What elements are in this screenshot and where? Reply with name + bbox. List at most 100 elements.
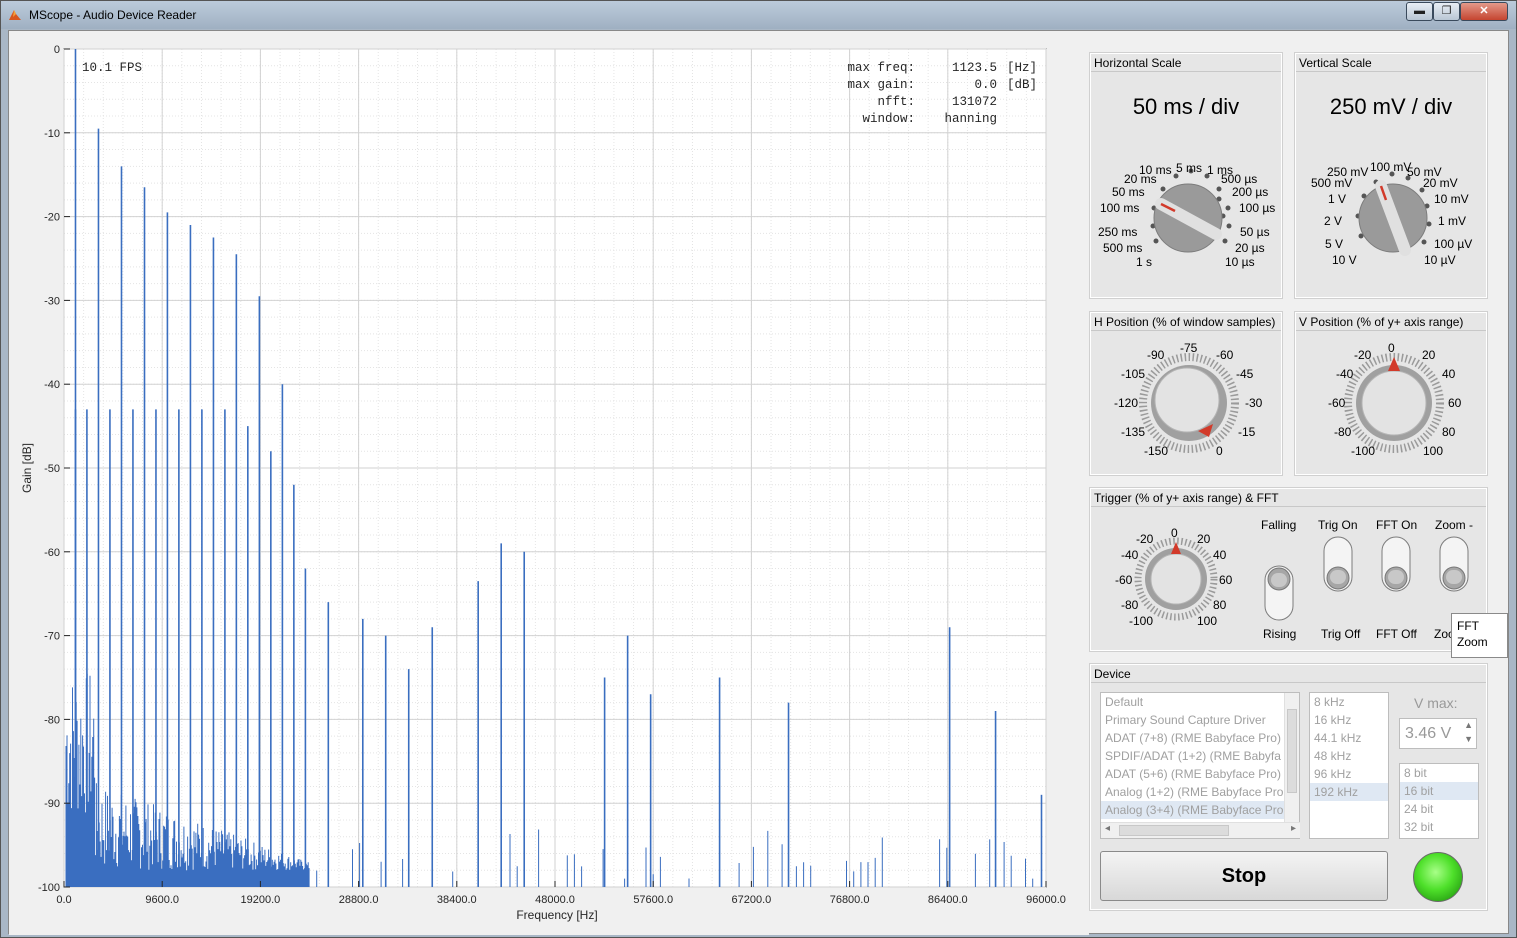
knob-body <box>1154 367 1220 433</box>
x-tick-label: 48000.0 <box>535 894 575 906</box>
y-tick-label: -10 <box>44 128 60 140</box>
knob-label: 100 ms <box>1100 201 1140 215</box>
knob-label: -75 <box>1180 341 1198 355</box>
x-tick-label: 38400.0 <box>437 894 477 906</box>
bit-depth-listbox[interactable]: 8 bit 16 bit 24 bit 32 bit <box>1399 763 1479 839</box>
close-button[interactable]: ✕ <box>1460 2 1508 21</box>
vertical-scrollbar[interactable] <box>1284 693 1299 823</box>
knob-label: 500 ms <box>1103 241 1143 255</box>
info-key: max gain: <box>847 78 915 92</box>
knob-label: 20 ms <box>1124 172 1157 186</box>
knob-body <box>1361 370 1427 436</box>
scrollbar-thumb[interactable] <box>1119 825 1229 836</box>
device-list-item[interactable]: Analog (1+2) (RME Babyface Pro <box>1101 783 1286 801</box>
bit-depth-item[interactable]: 8 bit <box>1400 764 1478 782</box>
knob-label: 60 <box>1219 573 1233 587</box>
sample-rate-item[interactable]: 192 kHz <box>1310 783 1388 801</box>
bit-depth-item[interactable]: 24 bit <box>1400 800 1478 818</box>
knob-label: -105 <box>1121 367 1146 381</box>
info-value: 131072 <box>952 95 997 109</box>
horizontal-scrollbar[interactable]: ▸ ◂ <box>1101 822 1300 838</box>
knob-label: 20 µs <box>1235 241 1265 255</box>
knob-label: -60 <box>1216 348 1234 362</box>
minimize-button[interactable]: ▬ <box>1406 2 1433 21</box>
x-tick-label: 86400.0 <box>928 894 968 906</box>
knob-label: 100 <box>1423 444 1444 458</box>
panel-title: H Position (% of window samples) <box>1094 315 1276 329</box>
fft-on-off-toggle[interactable] <box>1379 535 1413 593</box>
trigger-fft-panel: Trigger (% of y+ axis range) & FFT 0 -20… <box>1089 487 1488 652</box>
sample-rate-listbox[interactable]: 8 kHz 16 kHz 44.1 kHz 48 kHz 96 kHz 192 kHz <box>1309 692 1389 839</box>
x-tick-label: 67200.0 <box>732 894 772 906</box>
sample-rate-item[interactable]: 96 kHz <box>1310 765 1388 783</box>
knob-label: 0 <box>1171 526 1178 540</box>
knob-body <box>1150 553 1202 605</box>
knob-label: -90 <box>1147 348 1165 362</box>
device-list-item[interactable]: ADAT (5+6) (RME Babyface Pro) <box>1101 765 1286 783</box>
info-unit: [dB] <box>1007 78 1037 92</box>
knob-label: 0 <box>1388 341 1395 355</box>
knob-label: 40 <box>1442 367 1456 381</box>
horizontal-scale-value: 50 ms / div <box>1132 94 1240 119</box>
knob-label: -135 <box>1121 425 1146 439</box>
switch-label-top: Falling <box>1261 518 1297 532</box>
knob-label: -150 <box>1144 444 1169 458</box>
device-list-item[interactable]: Analog (3+4) (RME Babyface Pro <box>1101 801 1286 819</box>
title-bar[interactable]: MScope - Audio Device Reader ▬ ❐ ✕ <box>1 1 1516 29</box>
vmax-spinner[interactable]: 3.46 V ▲ ▼ <box>1399 718 1477 749</box>
maximize-button[interactable]: ❐ <box>1433 2 1460 21</box>
y-tick-label: -50 <box>44 463 60 475</box>
knob-label: 2 V <box>1324 214 1343 228</box>
knob-label: 50 ms <box>1112 185 1145 199</box>
knob-label: 40 <box>1213 548 1227 562</box>
knob-label: 0 <box>1216 444 1223 458</box>
device-list-item[interactable]: Primary Sound Capture Driver <box>1101 711 1286 729</box>
switch-label-top: Zoom - <box>1435 518 1474 532</box>
switch-label-top: FFT On <box>1376 518 1418 532</box>
window-title: MScope - Audio Device Reader <box>29 8 197 22</box>
device-list-item[interactable]: Default <box>1101 693 1286 711</box>
switch-label-top: Trig On <box>1318 518 1358 532</box>
sample-rate-item[interactable]: 44.1 kHz <box>1310 729 1388 747</box>
knob-label: -80 <box>1121 598 1139 612</box>
y-tick-label: -100 <box>38 882 60 894</box>
info-value: 1123.5 <box>952 61 997 75</box>
knob-label: 100 µV <box>1434 237 1473 251</box>
sample-rate-item[interactable]: 16 kHz <box>1310 711 1388 729</box>
knob-label: 100 µs <box>1239 201 1276 215</box>
fft-plot[interactable]: 0.0 9600.0 19200.0 28800.0 38400.0 48000.0 576… <box>9 31 1089 935</box>
knob-label: 10 mV <box>1434 192 1469 206</box>
device-list-item[interactable]: ADAT (7+8) (RME Babyface Pro) <box>1101 729 1286 747</box>
trig-on-off-toggle[interactable] <box>1321 535 1355 593</box>
knob-label: 5 ms <box>1176 161 1203 175</box>
knob-label: 100 <box>1197 614 1218 628</box>
device-listbox[interactable]: Default Primary Sound Capture Driver ADAT … <box>1100 692 1300 839</box>
panel-title: Device <box>1094 667 1131 681</box>
y-axis-label: Gain [dB] <box>20 443 34 493</box>
panel-title: V Position (% of y+ axis range) <box>1299 315 1464 329</box>
switch-label-bottom: Rising <box>1263 627 1297 641</box>
bit-depth-item[interactable]: 32 bit <box>1400 818 1478 836</box>
knob-label: 250 ms <box>1098 225 1138 239</box>
matlab-app-icon <box>9 10 21 20</box>
knob-label: 5 V <box>1325 237 1344 251</box>
knob-label: 100 mV <box>1370 160 1412 174</box>
device-list-item[interactable]: SPDIF/ADAT (1+2) (RME Babyfa <box>1101 747 1286 765</box>
knob-label: 500 µs <box>1221 172 1258 186</box>
zoom-toggle[interactable] <box>1437 535 1471 593</box>
bit-depth-item[interactable]: 16 bit <box>1400 782 1478 800</box>
info-key: nfft: <box>877 95 915 109</box>
knob-indicator <box>1171 542 1181 554</box>
rising-falling-toggle[interactable] <box>1262 564 1296 622</box>
knob-label: -100 <box>1351 444 1376 458</box>
v-position-panel: V Position (% of y+ axis range) 0 -20 20… <box>1294 311 1488 476</box>
spinner-up-icon[interactable]: ▲ <box>1464 720 1473 730</box>
x-tick-label: 76800.0 <box>830 894 870 906</box>
sample-rate-item[interactable]: 8 kHz <box>1310 693 1388 711</box>
stop-button[interactable]: Stop <box>1100 851 1388 901</box>
scrollbar-thumb[interactable] <box>1287 709 1297 793</box>
sample-rate-item[interactable]: 48 kHz <box>1310 747 1388 765</box>
spinner-down-icon[interactable]: ▼ <box>1464 734 1473 744</box>
x-tick-label: 57600.0 <box>633 894 673 906</box>
switch-label-bottom: FFT Off <box>1376 627 1417 641</box>
